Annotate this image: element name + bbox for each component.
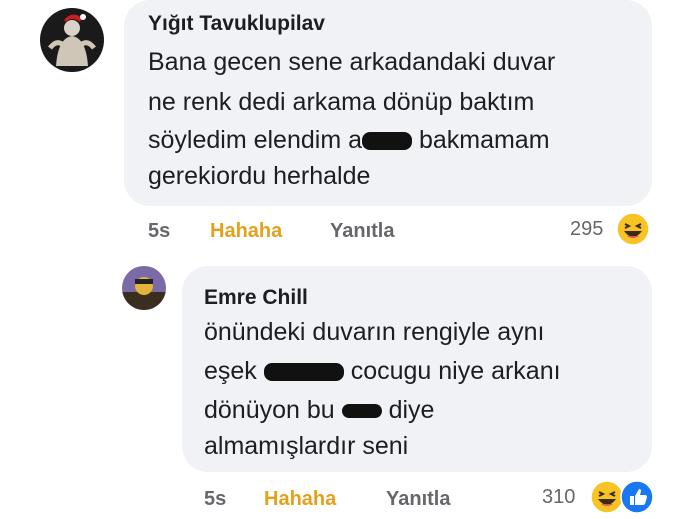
comment-text-line: dönüyon bu diye (204, 396, 434, 425)
comment-text-line: ne renk dedi arkama dönüp baktım (148, 88, 535, 116)
censor-mark (341, 404, 382, 419)
comment-author[interactable]: Yığıt Tavuklupilav (148, 12, 325, 36)
reply-link[interactable]: Yanıtla (386, 488, 450, 511)
laughing-emoji-icon[interactable] (616, 212, 650, 246)
comment-text-line: almamışlardır seni (204, 432, 409, 460)
laughing-emoji-icon[interactable] (590, 480, 624, 514)
comment-text: diye (381, 396, 435, 424)
avatar-image (122, 266, 166, 310)
comment-time[interactable]: 5s (148, 220, 170, 243)
comment-text-line: söyledim elendim a bakmamam (148, 126, 550, 155)
comment-text: eşek (204, 357, 264, 385)
censor-mark (362, 132, 412, 151)
comment-text: dönüyon bu (204, 396, 342, 424)
like-icon[interactable] (620, 480, 654, 514)
comment-text: cocugu niye arkanı (343, 357, 561, 385)
comment-text: bakmamam (412, 126, 550, 154)
reaction-count[interactable]: 295 (570, 218, 603, 241)
reply-link[interactable]: Yanıtla (330, 220, 394, 243)
comment-text: söyledim elendim a (148, 126, 362, 154)
comment-time[interactable]: 5s (204, 488, 226, 511)
comment-author[interactable]: Emre Chill (204, 286, 308, 310)
censor-mark (263, 363, 344, 382)
comment-text-line: önündeki duvarın rengiyle aynı (204, 318, 545, 346)
reaction-link[interactable]: Hahaha (264, 488, 336, 511)
reaction-count[interactable]: 310 (542, 486, 575, 509)
comment-text-line: Bana gecen sene arkadandaki duvar (148, 48, 556, 76)
avatar-image (40, 8, 104, 72)
reaction-link[interactable]: Hahaha (210, 220, 282, 243)
avatar[interactable] (40, 8, 104, 72)
avatar[interactable] (122, 266, 166, 310)
comment-text-line: gerekiordu herhalde (148, 162, 371, 190)
comment-text-line: eşek cocugu niye arkanı (204, 357, 561, 386)
